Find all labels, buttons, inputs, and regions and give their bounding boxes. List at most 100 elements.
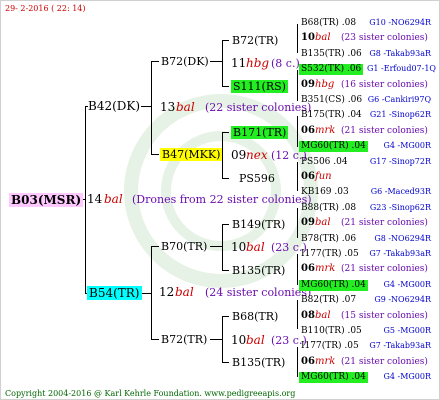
gen3-b149[interactable]: B149(TR) [232, 219, 285, 230]
gen4-breeder: bal [315, 309, 331, 321]
gen2-b47[interactable]: B47(MKK) [160, 148, 223, 161]
gen3-breeder: bal [246, 240, 265, 254]
queen-parent-year: 12 [159, 285, 175, 299]
gen4-source: G4 -MG00R [383, 279, 431, 289]
root-breeder: bal [104, 192, 123, 206]
gen4-id[interactable]: B110(TR) .05 [299, 326, 364, 337]
gen4-note: (21 sister colonies) [341, 264, 428, 275]
gen4-id[interactable]: MG60(TR) .04 [299, 279, 368, 291]
gen4-source: G8 -Takab93aR [369, 48, 431, 58]
gen4-id[interactable]: B78(TR) .06 [299, 234, 358, 245]
gen4-source: G8 -NO6294R [374, 233, 431, 243]
gen4-id[interactable]: I177(TR) .05 [299, 341, 361, 352]
connector [222, 40, 223, 86]
gen2-year: 13 [160, 100, 176, 114]
date-stamp: 29- 2-2016 ( 22: 14) [5, 4, 86, 13]
connector [222, 178, 229, 179]
gen2-b70[interactable]: B70(TR) [161, 241, 207, 252]
gen4-source: G7 -Takab93aR [369, 341, 431, 351]
gen4-year: 06 [301, 124, 315, 136]
gen3-b135[interactable]: B135(TR) [232, 265, 285, 276]
connector [222, 316, 223, 362]
gen4-breeder: fun [315, 171, 332, 182]
gen4-id[interactable]: B88(TR) .08 [299, 203, 358, 214]
gen4-year: 08 [301, 309, 315, 321]
gen4-breeder: mrk [315, 124, 336, 136]
connector [297, 254, 298, 285]
gen4-id[interactable]: B82(TR) .07 [299, 295, 358, 306]
gen4-id[interactable]: PS506 .04 [299, 157, 350, 168]
pedigree-frame: 29- 2-2016 ( 22: 14) Copyright 2004-2016… [0, 0, 440, 400]
gen2-note: (22 sister colonies) [205, 101, 312, 114]
gen3-b72tr[interactable]: B72(TR) [232, 35, 278, 46]
gen4-id[interactable]: B351(CS) .06 [299, 95, 364, 106]
gen3-b135[interactable]: B135(TR) [232, 357, 285, 368]
gen4-source: G10 -NO6294R [369, 18, 431, 27]
gen4-year: 09 [301, 217, 315, 229]
gen3-b171[interactable]: B171(TR) [231, 126, 289, 139]
root-queen-id[interactable]: B03(MSR) [9, 193, 84, 207]
gen4-year: 06 [301, 355, 315, 367]
gen4-id[interactable]: B135(TR) .06 [299, 49, 364, 60]
gen4-breeder: bal [315, 32, 331, 44]
connector [222, 86, 229, 87]
gen4-id[interactable]: MG60(TR) .04 [299, 141, 368, 153]
connector [151, 246, 152, 339]
gen4-note: (21 sister colonies) [341, 125, 428, 136]
gen4-source: G4 -MG00R [383, 141, 431, 151]
copyright: Copyright 2004-2016 @ Karl Kehrle Founda… [5, 389, 296, 398]
gen4-note: (21 sister colonies) [341, 218, 428, 229]
gen4-source: G21 -Sinop62R [369, 110, 431, 120]
connector [297, 300, 298, 329]
drone-parent-id[interactable]: B42(DK) [88, 100, 140, 112]
gen3-ps596[interactable]: PS596 [239, 173, 275, 184]
gen3-note: (8 c.) [271, 57, 300, 70]
gen3-year: 09 [231, 148, 247, 162]
connector [297, 347, 298, 377]
gen4-source: G4 -MG00R [383, 372, 431, 382]
connector [151, 154, 159, 155]
gen4-year: 09 [301, 78, 315, 90]
connector [222, 316, 229, 317]
gen3-year: 10 [231, 240, 247, 254]
gen4-id[interactable]: B175(TR) .04 [299, 110, 364, 121]
connector [297, 70, 298, 101]
connector [151, 61, 152, 154]
gen4-breeder: hbg [315, 78, 335, 90]
gen4-note: (16 sister colonies) [341, 79, 428, 90]
queen-parent-id[interactable]: B54(TR) [87, 286, 142, 300]
gen4-note: (23 sister colonies) [341, 33, 428, 44]
gen4-id[interactable]: S532(TK) .06 [299, 64, 364, 76]
gen4-year: 10 [301, 32, 315, 44]
connector [151, 246, 159, 247]
connector [222, 40, 229, 41]
gen3-breeder: hbg [246, 56, 270, 70]
connector [222, 224, 229, 225]
gen4-source: G1 -Erfoud07-1Q [367, 64, 436, 74]
connector [222, 362, 229, 363]
queen-parent-breeder: bal [175, 285, 194, 299]
gen4-note: (21 sister colonies) [341, 356, 428, 367]
connector [297, 116, 298, 147]
gen4-id[interactable]: KB169 .03 [299, 187, 351, 198]
gen3-s111[interactable]: S111(RS) [231, 80, 288, 93]
gen4-id[interactable]: MG60(TR) .04 [299, 372, 368, 384]
gen4-source: G23 -Sinop62R [369, 202, 431, 212]
gen3-breeder: nex [246, 148, 268, 162]
gen2-b72tr[interactable]: B72(TR) [161, 334, 207, 345]
gen2-b72dk[interactable]: B72(DK) [161, 56, 209, 67]
connector [151, 61, 159, 62]
root-year: 14 [87, 192, 103, 206]
root-note: (Drones from 22 sister colonies) [132, 193, 312, 206]
gen4-year: 06 [301, 171, 315, 182]
connector [222, 224, 223, 270]
gen3-year: 10 [231, 333, 247, 347]
gen4-source: G7 -Takab93aR [369, 249, 431, 258]
gen3-year: 11 [231, 56, 247, 70]
gen4-id[interactable]: I177(TR) .05 [299, 249, 361, 260]
gen3-b68[interactable]: B68(TR) [232, 311, 278, 322]
connector [297, 24, 298, 53]
connector [141, 106, 151, 107]
gen4-year: 06 [301, 263, 315, 275]
gen4-id[interactable]: B68(TR) .08 [299, 18, 358, 29]
